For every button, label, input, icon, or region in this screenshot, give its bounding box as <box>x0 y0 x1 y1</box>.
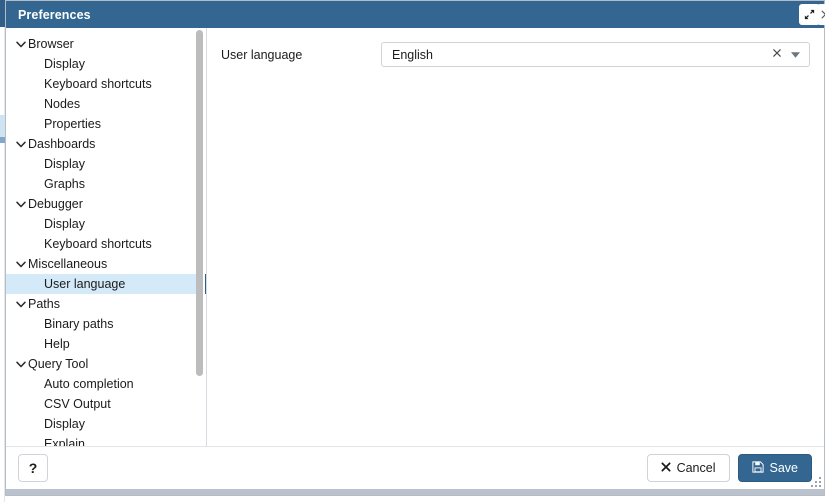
chevron-down-icon[interactable] <box>14 41 28 48</box>
resize-grip-dot <box>819 477 821 479</box>
sidebar-item-csv-output[interactable]: CSV Output <box>6 394 196 414</box>
sidebar-item-keyboard-shortcuts[interactable]: Keyboard shortcuts <box>6 74 196 94</box>
save-button-label: Save <box>769 461 799 475</box>
sidebar-item-label: Graphs <box>44 177 85 191</box>
expand-arrows-icon <box>803 8 816 21</box>
resize-grip-dot <box>811 485 813 487</box>
sidebar-item-label: Help <box>44 337 70 351</box>
sidebar-item-label: Miscellaneous <box>28 257 108 271</box>
sidebar-item-label: Debugger <box>28 197 83 211</box>
sidebar-item-keyboard-shortcuts[interactable]: Keyboard shortcuts <box>6 234 196 254</box>
sidebar-item-label: Binary paths <box>44 317 114 331</box>
user-language-value: English <box>392 47 433 62</box>
sidebar-scrollbar-thumb[interactable] <box>196 30 203 376</box>
chevron-down-icon[interactable] <box>14 301 28 308</box>
sidebar-item-debugger[interactable]: Debugger <box>6 194 196 214</box>
preferences-sidebar: Browser Display Keyboard shortcuts Nodes Pro… <box>6 28 207 446</box>
sidebar-item-label: Browser <box>28 37 74 51</box>
cancel-button-label: Cancel <box>676 461 716 475</box>
sidebar-item-label: Display <box>44 217 85 231</box>
sidebar-item-dashboards[interactable]: Dashboards <box>6 134 196 154</box>
save-button[interactable]: Save <box>737 454 812 482</box>
chevron-down-icon[interactable] <box>14 361 28 368</box>
sidebar-item-label: Paths <box>28 297 60 311</box>
sidebar-item-label: User language <box>44 277 126 291</box>
sidebar-item-label: CSV Output <box>44 397 111 411</box>
resize-grip-icon[interactable] <box>811 477 822 488</box>
sidebar-item-label: Display <box>44 417 85 431</box>
sidebar-item-label: Display <box>44 157 85 171</box>
user-language-select[interactable]: English <box>381 42 810 67</box>
sidebar-item-label: Nodes <box>44 97 81 111</box>
window-bottom-strip <box>6 489 824 495</box>
sidebar-item-explain[interactable]: Explain <box>6 434 196 446</box>
sidebar-item-display[interactable]: Display <box>6 214 196 234</box>
sidebar-item-binary-paths[interactable]: Binary paths <box>6 314 196 334</box>
user-language-row: User language English <box>221 42 810 67</box>
dialog-title: Preferences <box>18 7 91 22</box>
sidebar-item-query-tool[interactable]: Query Tool <box>6 354 196 374</box>
dialog-titlebar: Preferences <box>6 1 825 28</box>
preferences-content-panel: User language English <box>207 28 824 446</box>
sidebar-item-graphs[interactable]: Graphs <box>6 174 196 194</box>
user-language-label: User language <box>221 47 303 62</box>
sidebar-item-help[interactable]: Help <box>6 334 196 354</box>
close-button[interactable] <box>817 4 825 25</box>
sidebar-item-label: Properties <box>44 117 101 131</box>
sidebar-item-label: Query Tool <box>28 357 89 371</box>
chevron-down-icon[interactable] <box>14 201 28 208</box>
sidebar-item-label: Auto completion <box>44 377 134 391</box>
chevron-down-icon[interactable] <box>14 141 28 148</box>
preferences-tree: Browser Display Keyboard shortcuts Nodes Pro… <box>6 28 206 446</box>
sidebar-item-miscellaneous[interactable]: Miscellaneous <box>6 254 196 274</box>
sidebar-item-label: Dashboards <box>28 137 96 151</box>
clear-x-icon[interactable] <box>767 49 787 60</box>
footer-action-buttons: Cancel Save <box>646 454 812 482</box>
sidebar-item-label: Keyboard shortcuts <box>44 237 152 251</box>
sidebar-item-display[interactable]: Display <box>6 54 196 74</box>
chevron-down-icon[interactable] <box>787 51 805 58</box>
sidebar-item-auto-completion[interactable]: Auto completion <box>6 374 196 394</box>
resize-grip-dot <box>815 485 817 487</box>
resize-grip-dot <box>815 481 817 483</box>
dialog-footer: ? Cancel Save <box>6 447 824 489</box>
sidebar-item-label: Display <box>44 57 85 71</box>
close-icon <box>821 8 825 22</box>
sidebar-item-nodes[interactable]: Nodes <box>6 94 196 114</box>
preferences-dialog: Preferences Browser Display Keyboard short… <box>5 0 825 496</box>
dialog-body: Browser Display Keyboard shortcuts Nodes Pro… <box>6 28 824 446</box>
cancel-button[interactable]: Cancel <box>646 454 730 482</box>
sidebar-item-browser[interactable]: Browser <box>6 34 196 54</box>
resize-grip-dot <box>819 481 821 483</box>
sidebar-item-label: Keyboard shortcuts <box>44 77 152 91</box>
sidebar-item-display[interactable]: Display <box>6 414 196 434</box>
help-button[interactable]: ? <box>18 454 48 482</box>
sidebar-item-properties[interactable]: Properties <box>6 114 196 134</box>
sidebar-item-label: Explain <box>44 437 85 446</box>
sidebar-item-user-language[interactable]: User language <box>6 274 206 294</box>
resize-grip-dot <box>819 485 821 487</box>
sidebar-scrollbar-track[interactable] <box>196 28 205 446</box>
sidebar-item-paths[interactable]: Paths <box>6 294 196 314</box>
x-mark-icon <box>661 461 671 475</box>
sidebar-item-display[interactable]: Display <box>6 154 196 174</box>
chevron-down-icon[interactable] <box>14 261 28 268</box>
floppy-disk-icon <box>751 460 764 476</box>
